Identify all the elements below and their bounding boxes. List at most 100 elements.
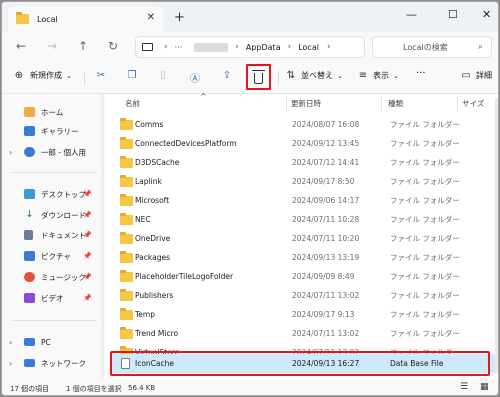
- up-arrow-icon[interactable]: ↑: [78, 39, 88, 53]
- delete-button-highlight[interactable]: [246, 64, 271, 90]
- sidebar-item-label: ピクチャ: [41, 251, 71, 261]
- view-button[interactable]: ≡ 表示 ⌄: [356, 70, 399, 81]
- copy-button[interactable]: ❐: [125, 70, 139, 81]
- column-header-size[interactable]: サイズ: [462, 98, 484, 109]
- back-arrow-icon[interactable]: ←: [16, 39, 26, 53]
- table-row[interactable]: Temp 2024/09/17 9:13 ファイル フォルダー: [110, 305, 495, 324]
- sort-up-icon: ^: [200, 92, 207, 101]
- column-header-type[interactable]: 種類: [388, 98, 403, 109]
- sidebar-item-onedrive[interactable]: › 一郎 - 個人用: [2, 144, 102, 160]
- file-type: ファイル フォルダー: [390, 215, 460, 224]
- rename-button[interactable]: Ⓐ: [188, 70, 202, 85]
- sidebar-item-home[interactable]: ホーム: [2, 104, 102, 120]
- selection-count: 1 個の項目を選択: [66, 385, 122, 393]
- chevron-right-icon[interactable]: ›: [9, 148, 12, 157]
- pin-icon[interactable]: 📌: [83, 294, 92, 302]
- new-button[interactable]: ⊕ 新規作成 ⌄: [12, 70, 72, 81]
- table-row[interactable]: Laplink 2024/09/17 8:50 ファイル フォルダー: [110, 172, 495, 191]
- close-window-button[interactable]: ✕: [482, 8, 491, 21]
- maximize-button[interactable]: ☐: [448, 8, 458, 21]
- details-view-icon[interactable]: ☰: [460, 382, 468, 392]
- network-icon: [24, 359, 35, 367]
- share-button[interactable]: ⇪: [220, 70, 234, 81]
- sidebar-item-videos[interactable]: ビデオ 📌: [2, 290, 102, 306]
- minimize-button[interactable]: —: [406, 8, 417, 21]
- refresh-icon[interactable]: ↻: [108, 39, 118, 53]
- column-header-name[interactable]: 名前: [125, 98, 140, 109]
- new-tab-button[interactable]: +: [174, 10, 185, 25]
- table-row[interactable]: OneDrive 2024/07/11 10:20 ファイル フォルダー: [110, 229, 495, 248]
- search-box[interactable]: Localの検索 ⌕: [372, 36, 492, 58]
- table-row[interactable]: Publishers 2024/07/11 13:02 ファイル フォルダー: [110, 286, 495, 305]
- table-row[interactable]: D3DSCache 2024/07/12 14:41 ファイル フォルダー: [110, 153, 495, 172]
- file-date: 2024/07/11 10:28: [292, 215, 360, 224]
- file-date: 2024/07/11 10:20: [292, 234, 360, 243]
- sort-label: 並べ替え: [301, 71, 333, 80]
- table-row[interactable]: Microsoft 2024/09/06 14:17 ファイル フォルダー: [110, 191, 495, 210]
- video-icon: [24, 293, 35, 303]
- tab-title: Local: [37, 14, 58, 24]
- breadcrumb-local[interactable]: Local: [298, 43, 319, 52]
- selected-row-highlight: [110, 351, 490, 376]
- folder-icon: [120, 155, 133, 168]
- column-header-date[interactable]: 更新日時: [291, 98, 321, 109]
- sidebar-item-downloads[interactable]: ↓ ダウンロード 📌: [2, 207, 102, 223]
- tab-local[interactable]: Local ✕: [8, 6, 163, 32]
- view-icon: ≡: [358, 70, 368, 81]
- table-row[interactable]: Trend Micro 2024/07/11 13:02 ファイル フォルダー: [110, 324, 495, 343]
- forward-arrow-icon[interactable]: →: [47, 39, 57, 53]
- rename-icon: Ⓐ: [190, 74, 200, 85]
- more-button[interactable]: ···: [416, 68, 426, 79]
- paste-button[interactable]: ▯: [156, 70, 170, 81]
- file-date: 2024/07/11 13:02: [292, 291, 360, 300]
- column-divider[interactable]: [286, 96, 287, 112]
- folder-icon: [120, 326, 133, 339]
- sidebar-item-network[interactable]: › ネットワーク: [2, 355, 102, 371]
- column-divider[interactable]: [457, 96, 458, 112]
- file-date: 2024/09/12 13:45: [292, 139, 360, 148]
- file-date: 2024/07/12 14:41: [292, 158, 360, 167]
- search-icon: ⌕: [477, 42, 483, 52]
- table-row[interactable]: PlaceholderTileLogoFolder 2024/09/09 8:49…: [110, 267, 495, 286]
- table-row[interactable]: ConnectedDevicesPlatform 2024/09/12 13:45…: [110, 134, 495, 153]
- details-button[interactable]: ▭ 詳細: [459, 70, 492, 81]
- sidebar-item-label: デスクトップ: [41, 189, 86, 199]
- pin-icon[interactable]: 📌: [83, 252, 92, 260]
- file-list-scrollbar[interactable]: [495, 98, 498, 373]
- table-row[interactable]: Comms 2024/08/07 16:08 ファイル フォルダー: [110, 115, 495, 134]
- cut-button[interactable]: ✂: [94, 70, 108, 81]
- sidebar-item-gallery[interactable]: ギャラリー: [2, 123, 102, 139]
- tiles-view-icon[interactable]: ▦: [480, 382, 489, 392]
- file-date: 2024/09/09 8:49: [292, 272, 355, 281]
- sidebar-item-pictures[interactable]: ピクチャ 📌: [2, 248, 102, 264]
- sort-button[interactable]: ⇅ 並べ替え ⌄: [284, 70, 343, 81]
- pin-icon[interactable]: 📌: [83, 190, 92, 198]
- title-bar: Local ✕ + — ☐ ✕: [2, 2, 498, 32]
- breadcrumb-more[interactable]: ···: [175, 43, 183, 52]
- file-name: Publishers: [135, 291, 174, 300]
- sidebar-scrollbar[interactable]: [101, 94, 104, 379]
- pin-icon[interactable]: 📌: [83, 231, 92, 239]
- sidebar-item-music[interactable]: ミュージック 📌: [2, 269, 102, 285]
- table-row[interactable]: NEC 2024/07/11 10:28 ファイル フォルダー: [110, 210, 495, 229]
- file-type: ファイル フォルダー: [390, 158, 460, 167]
- scissors-icon: ✂: [96, 70, 106, 81]
- table-row[interactable]: Packages 2024/09/13 13:19 ファイル フォルダー: [110, 248, 495, 267]
- column-divider[interactable]: [381, 96, 382, 112]
- download-icon: ↓: [25, 209, 34, 220]
- breadcrumb-appdata[interactable]: AppData: [246, 43, 281, 52]
- close-tab-icon[interactable]: ✕: [147, 12, 155, 23]
- sidebar-item-desktop[interactable]: デスクトップ 📌: [2, 186, 102, 202]
- sidebar-item-pc[interactable]: › PC: [2, 334, 102, 350]
- breadcrumb[interactable]: › ··· › AppData › Local ›: [135, 36, 365, 58]
- documents-icon: [24, 230, 33, 240]
- details-label: 詳細: [476, 71, 492, 80]
- search-placeholder: Localの検索: [403, 42, 448, 52]
- sidebar-item-documents[interactable]: ドキュメント 📌: [2, 227, 102, 243]
- pin-icon[interactable]: 📌: [83, 211, 92, 219]
- cloud-icon: [24, 147, 35, 157]
- pin-icon[interactable]: 📌: [83, 273, 92, 281]
- chevron-right-icon[interactable]: ›: [9, 338, 12, 347]
- chevron-right-icon[interactable]: ›: [9, 359, 12, 368]
- sidebar-item-label: 一郎 - 個人用: [41, 147, 86, 157]
